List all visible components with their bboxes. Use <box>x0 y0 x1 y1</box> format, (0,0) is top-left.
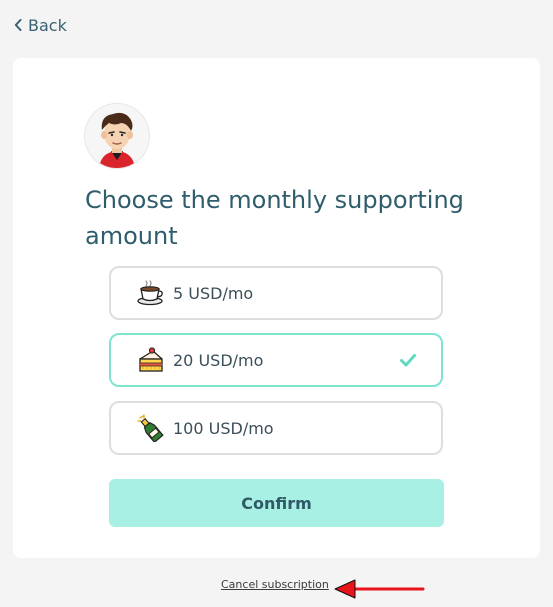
chevron-left-icon <box>14 19 22 31</box>
option-label: 5 USD/mo <box>173 283 254 303</box>
option-100-usd[interactable]: 100 USD/mo <box>109 401 443 455</box>
support-card: Choose the monthly supporting amount 5 U… <box>13 58 540 558</box>
avatar <box>85 104 149 168</box>
check-icon <box>399 351 417 369</box>
back-link[interactable]: Back <box>14 14 67 36</box>
confirm-button[interactable]: Confirm <box>109 479 444 527</box>
annotation-arrow-icon <box>334 579 425 599</box>
page-title: Choose the monthly supporting amount <box>85 186 464 250</box>
option-label: 100 USD/mo <box>173 418 274 438</box>
option-5-usd[interactable]: 5 USD/mo <box>109 266 443 320</box>
champagne-icon <box>137 414 165 442</box>
coffee-icon <box>137 279 165 307</box>
option-20-usd[interactable]: 20 USD/mo <box>109 333 443 387</box>
back-label: Back <box>28 15 67 35</box>
option-label: 20 USD/mo <box>173 350 264 370</box>
cancel-subscription-link[interactable]: Cancel subscription <box>221 578 329 591</box>
cake-icon <box>137 346 165 374</box>
